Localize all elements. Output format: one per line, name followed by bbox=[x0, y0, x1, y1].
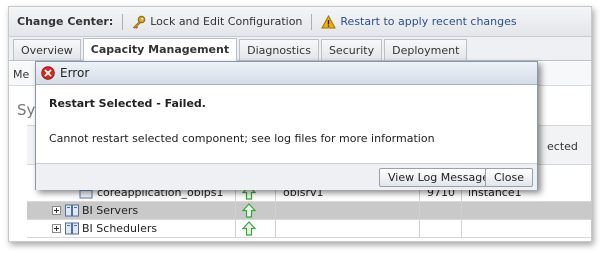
table-row[interactable]: BI Schedulers bbox=[27, 220, 591, 238]
column-divider bbox=[419, 202, 420, 219]
restart-changes-label: Restart to apply recent changes bbox=[340, 15, 517, 28]
column-divider bbox=[235, 202, 236, 219]
tab-label: Security bbox=[328, 43, 375, 57]
sub-navigation-item[interactable]: Me bbox=[13, 68, 29, 81]
column-divider bbox=[275, 220, 276, 237]
arrow-up-icon bbox=[242, 203, 256, 218]
warning-icon bbox=[321, 14, 337, 28]
restart-changes-link[interactable]: Restart to apply recent changes bbox=[321, 14, 517, 29]
lock-and-edit-label: Lock and Edit Configuration bbox=[150, 15, 303, 28]
tab-label: Overview bbox=[21, 43, 73, 57]
section-title: Sy bbox=[17, 101, 36, 119]
expand-icon[interactable] bbox=[52, 206, 61, 215]
table-row[interactable]: BI Servers bbox=[27, 202, 591, 220]
toolbar-separator bbox=[311, 13, 313, 30]
column-divider bbox=[275, 202, 276, 219]
change-center-bar: Change Center: Lock and Edit Configurati… bbox=[9, 7, 591, 37]
column-divider bbox=[461, 220, 462, 237]
server-group-icon bbox=[65, 204, 79, 217]
arrow-up-icon bbox=[242, 221, 256, 236]
column-divider bbox=[419, 220, 420, 237]
tab-capacity-management[interactable]: Capacity Management bbox=[82, 38, 238, 61]
dialog-heading: Restart Selected - Failed. bbox=[49, 97, 206, 110]
group-name[interactable]: BI Schedulers bbox=[82, 222, 157, 235]
group-name[interactable]: BI Servers bbox=[82, 204, 138, 217]
tab-deployment[interactable]: Deployment bbox=[384, 39, 468, 60]
change-center-title: Change Center: bbox=[17, 15, 114, 28]
tab-label: Deployment bbox=[392, 43, 460, 57]
tab-overview[interactable]: Overview bbox=[13, 39, 81, 60]
column-divider bbox=[235, 220, 236, 237]
tab-bar: Overview Capacity Management Diagnostics… bbox=[9, 37, 591, 61]
expand-icon[interactable] bbox=[52, 224, 61, 233]
dialog-footer: View Log Messages Close bbox=[36, 163, 537, 190]
close-button[interactable]: Close bbox=[485, 168, 533, 187]
toolbar-separator bbox=[122, 13, 124, 30]
lock-and-edit-link[interactable]: Lock and Edit Configuration bbox=[132, 15, 302, 29]
error-dialog: Error Restart Selected - Failed. Cannot … bbox=[35, 61, 538, 190]
dialog-title-bar[interactable]: Error bbox=[36, 62, 537, 85]
dialog-title: Error bbox=[60, 66, 90, 80]
key-icon bbox=[133, 15, 146, 29]
app-frame: Change Center: Lock and Edit Configurati… bbox=[8, 6, 592, 242]
tab-security[interactable]: Security bbox=[320, 39, 383, 60]
error-icon bbox=[41, 66, 55, 80]
dialog-message: Cannot restart selected component; see l… bbox=[49, 132, 435, 145]
server-group-icon bbox=[65, 222, 79, 235]
tab-label: Capacity Management bbox=[90, 43, 230, 56]
column-divider bbox=[461, 202, 462, 219]
tab-label: Diagnostics bbox=[247, 43, 311, 57]
column-header-partial: ected bbox=[547, 140, 578, 153]
tab-diagnostics[interactable]: Diagnostics bbox=[239, 39, 319, 60]
